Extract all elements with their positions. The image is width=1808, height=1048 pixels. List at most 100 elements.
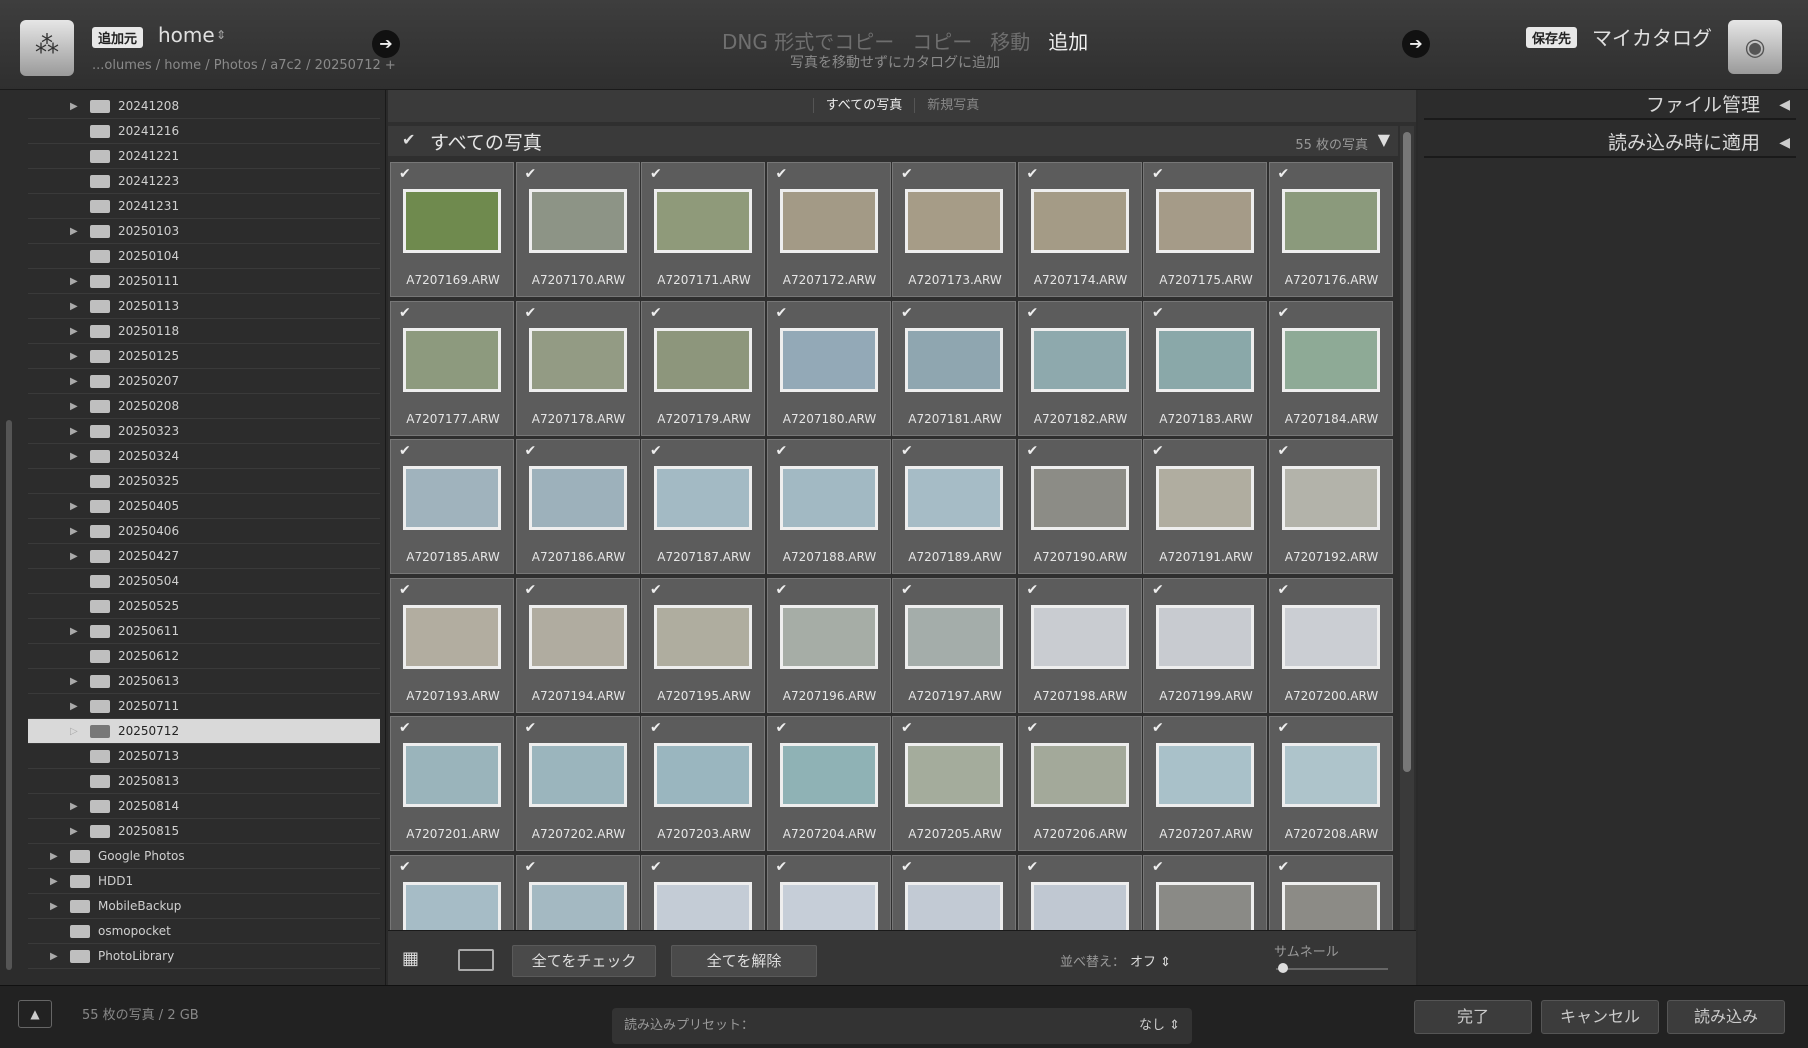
photo-thumbnail[interactable] <box>905 604 1003 669</box>
photo-thumbnail[interactable] <box>1156 604 1254 669</box>
photo-thumbnail[interactable] <box>779 189 878 253</box>
checkbox-icon[interactable]: ✔ <box>776 305 788 321</box>
photo-thumbnail[interactable] <box>905 881 1003 930</box>
photo-thumbnail[interactable] <box>1030 743 1129 807</box>
photo-cell[interactable]: ✔ A7207183.ARW <box>1143 300 1267 436</box>
folder-row[interactable]: ▶ 20250208 <box>28 394 380 419</box>
photo-thumbnail[interactable] <box>1156 327 1254 392</box>
check-all-icon[interactable]: ✔ <box>402 130 415 149</box>
checkbox-icon[interactable]: ✔ <box>1027 859 1039 875</box>
disclosure-triangle-icon[interactable]: ▶ <box>50 944 58 969</box>
folder-row[interactable]: 20241221 <box>28 144 380 169</box>
checkbox-icon[interactable]: ✔ <box>399 305 411 321</box>
folder-row[interactable]: ▷ 20250712 <box>28 719 380 744</box>
photo-cell[interactable]: ✔ A7207185.ARW <box>390 439 514 574</box>
disclosure-triangle-icon[interactable]: ▶ <box>70 94 78 119</box>
folder-row[interactable]: 20250713 <box>28 744 380 769</box>
disclosure-triangle-icon[interactable]: ▷ <box>70 719 78 744</box>
slider-handle[interactable] <box>1278 963 1288 973</box>
thumbnail-size-slider[interactable] <box>1276 968 1388 970</box>
folder-row[interactable]: ▶ 20250324 <box>28 444 380 469</box>
disclosure-triangle-icon[interactable]: ▶ <box>70 669 78 694</box>
checkbox-icon[interactable]: ✔ <box>650 166 662 182</box>
disclosure-triangle-icon[interactable]: ▶ <box>70 219 78 244</box>
folder-row[interactable]: ▶ 20250113 <box>28 294 380 319</box>
photo-thumbnail[interactable] <box>1281 327 1380 392</box>
disclosure-triangle-icon[interactable]: ▶ <box>70 269 78 294</box>
mode-0[interactable]: DNG 形式でコピー <box>722 30 894 54</box>
folder-row[interactable]: ▶ 20250118 <box>28 319 380 344</box>
photo-thumbnail[interactable] <box>905 189 1003 253</box>
photo-thumbnail[interactable] <box>528 881 627 930</box>
folder-row[interactable]: ▶ 20250611 <box>28 619 380 644</box>
disclosure-triangle-icon[interactable]: ▶ <box>70 444 78 469</box>
photo-cell[interactable]: ✔ A7207206.ARW <box>1017 716 1142 851</box>
source-icon[interactable]: ⁂ <box>20 20 74 76</box>
photo-thumbnail[interactable] <box>1281 466 1380 530</box>
loupe-view-icon[interactable] <box>458 949 494 971</box>
photo-thumbnail[interactable] <box>905 327 1003 392</box>
collapse-left-icon[interactable]: ◀ <box>1779 90 1790 120</box>
check-all-button[interactable]: 全てをチェック <box>512 945 656 977</box>
photo-cell[interactable]: ✔ <box>1143 854 1267 930</box>
photo-thumbnail[interactable] <box>1281 881 1380 930</box>
photo-cell[interactable]: ✔ A7207205.ARW <box>892 716 1016 851</box>
disclosure-triangle-icon[interactable]: ▶ <box>70 819 78 844</box>
photo-thumbnail[interactable] <box>654 327 752 392</box>
import-button[interactable]: 読み込み <box>1667 1000 1785 1034</box>
checkbox-icon[interactable]: ✔ <box>1027 443 1039 459</box>
checkbox-icon[interactable]: ✔ <box>399 720 411 736</box>
photo-cell[interactable]: ✔ A7207208.ARW <box>1268 716 1393 851</box>
folder-row[interactable]: 20241231 <box>28 194 380 219</box>
photo-thumbnail[interactable] <box>779 743 878 807</box>
photo-thumbnail[interactable] <box>1156 189 1254 253</box>
photo-cell[interactable]: ✔ A7207189.ARW <box>892 439 1016 574</box>
checkbox-icon[interactable]: ✔ <box>525 582 537 598</box>
photo-thumbnail[interactable] <box>403 189 501 253</box>
photo-thumbnail[interactable] <box>528 743 627 807</box>
grid-scrollbar[interactable] <box>1400 126 1414 930</box>
checkbox-icon[interactable]: ✔ <box>1278 166 1290 182</box>
photo-cell[interactable]: ✔ A7207182.ARW <box>1017 300 1142 436</box>
photo-thumbnail[interactable] <box>403 327 501 392</box>
source-name[interactable]: home <box>158 23 215 47</box>
folder-row[interactable]: ▶ 20250207 <box>28 369 380 394</box>
mode-2[interactable]: 移動 <box>990 30 1030 54</box>
scrollbar-thumb[interactable] <box>1403 132 1411 772</box>
collapse-icon[interactable]: ▼ <box>1378 130 1390 149</box>
disclosure-triangle-icon[interactable]: ▶ <box>70 419 78 444</box>
folder-row[interactable]: ▶ 20250111 <box>28 269 380 294</box>
folder-row[interactable]: 20241216 <box>28 119 380 144</box>
photo-cell[interactable]: ✔ A7207200.ARW <box>1268 577 1393 713</box>
photo-cell[interactable]: ✔ <box>390 854 514 930</box>
folder-row[interactable]: 20250325 <box>28 469 380 494</box>
disclosure-triangle-icon[interactable]: ▶ <box>50 869 58 894</box>
checkbox-icon[interactable]: ✔ <box>776 720 788 736</box>
folder-row[interactable]: 20241223 <box>28 169 380 194</box>
checkbox-icon[interactable]: ✔ <box>776 582 788 598</box>
photo-cell[interactable]: ✔ A7207180.ARW <box>766 300 891 436</box>
folder-row[interactable]: ▶ 20250406 <box>28 519 380 544</box>
checkbox-icon[interactable]: ✔ <box>1027 720 1039 736</box>
photo-cell[interactable]: ✔ A7207175.ARW <box>1143 162 1267 297</box>
checkbox-icon[interactable]: ✔ <box>399 166 411 182</box>
source-dropdown-icon[interactable]: ⇕ <box>216 28 226 42</box>
disclosure-triangle-icon[interactable]: ▶ <box>70 319 78 344</box>
checkbox-icon[interactable]: ✔ <box>901 582 913 598</box>
photo-thumbnail[interactable] <box>1156 743 1254 807</box>
photo-thumbnail[interactable] <box>528 604 627 669</box>
checkbox-icon[interactable]: ✔ <box>650 859 662 875</box>
checkbox-icon[interactable]: ✔ <box>399 859 411 875</box>
photo-thumbnail[interactable] <box>1030 604 1129 669</box>
checkbox-icon[interactable]: ✔ <box>1152 720 1164 736</box>
photo-thumbnail[interactable] <box>1281 604 1380 669</box>
done-button[interactable]: 完了 <box>1414 1000 1532 1034</box>
checkbox-icon[interactable]: ✔ <box>1278 443 1290 459</box>
uncheck-all-button[interactable]: 全てを解除 <box>671 945 817 977</box>
photo-thumbnail[interactable] <box>779 604 878 669</box>
photo-thumbnail[interactable] <box>654 189 752 253</box>
checkbox-icon[interactable]: ✔ <box>525 720 537 736</box>
photo-cell[interactable]: ✔ A7207207.ARW <box>1143 716 1267 851</box>
photo-cell[interactable]: ✔ A7207201.ARW <box>390 716 514 851</box>
checkbox-icon[interactable]: ✔ <box>1152 582 1164 598</box>
